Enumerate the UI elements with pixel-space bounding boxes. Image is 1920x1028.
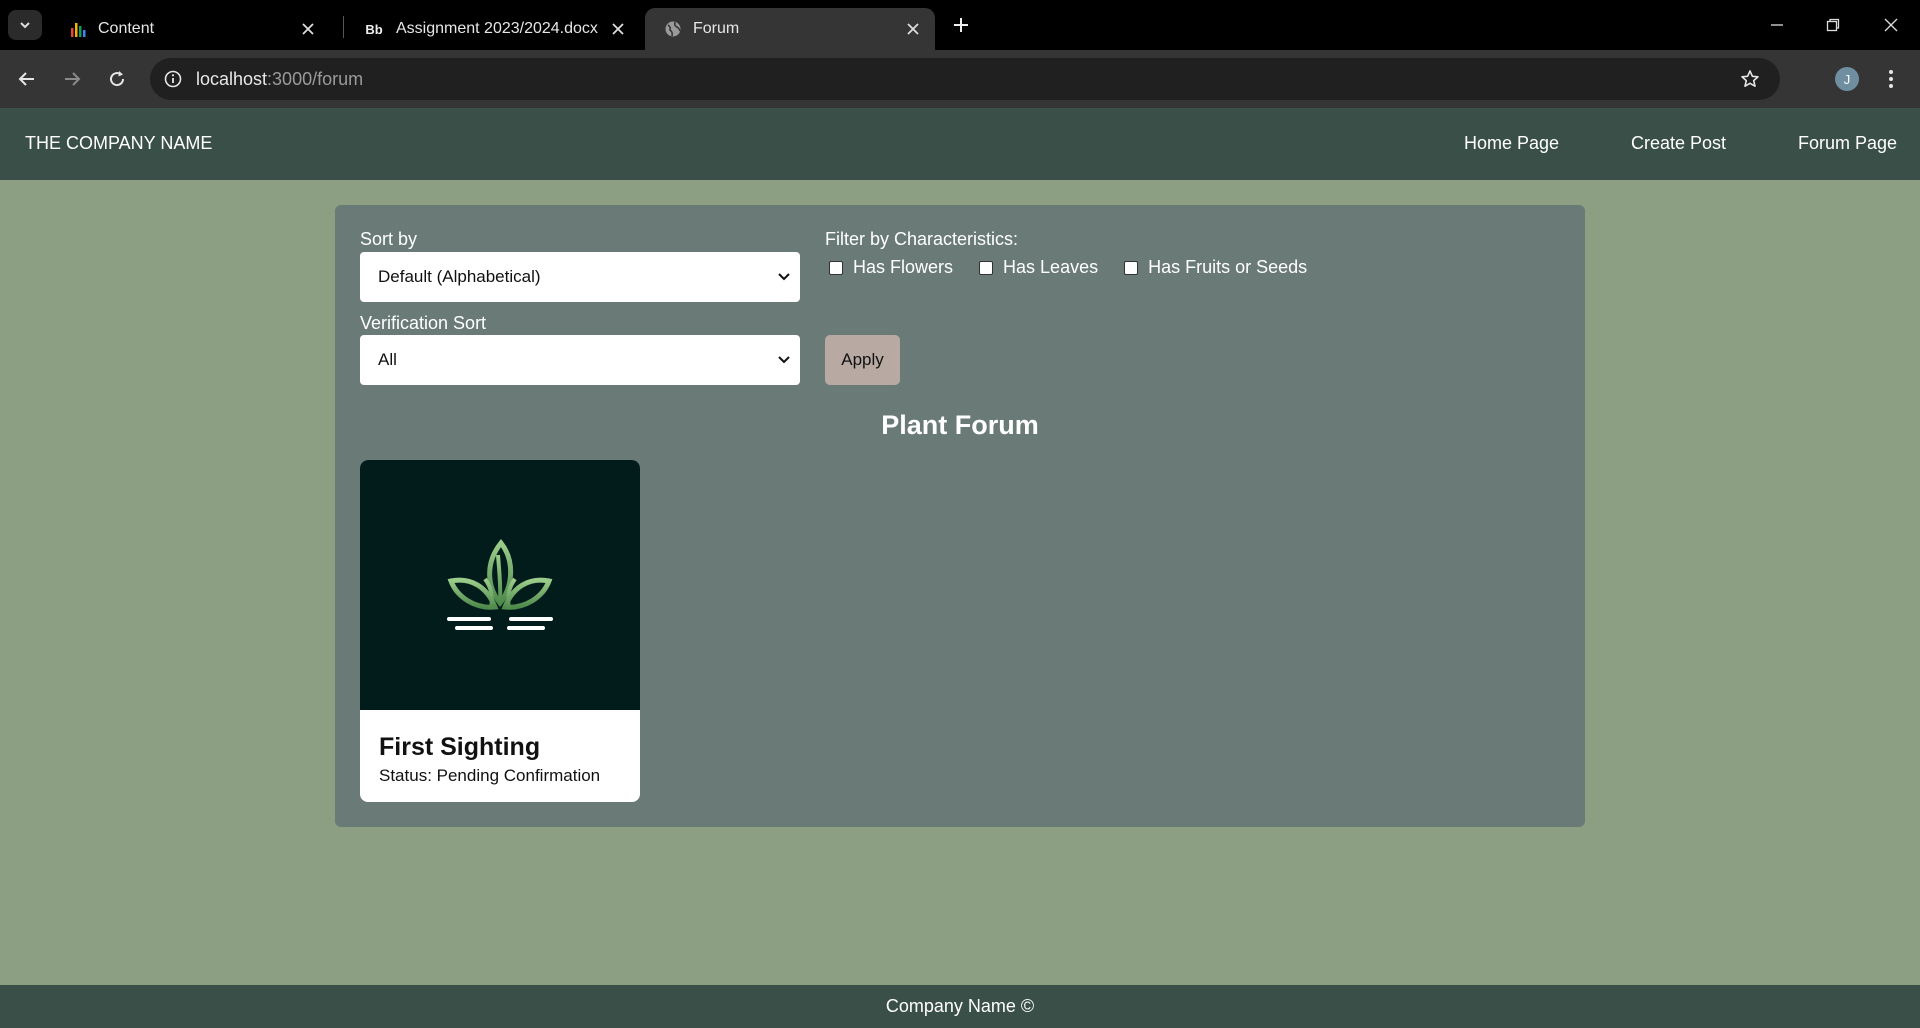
plus-icon xyxy=(954,18,968,32)
close-icon[interactable] xyxy=(901,17,925,41)
post-image xyxy=(360,460,640,710)
browser-tab-bar: Content Bb Assignment 2023/2024.docx For… xyxy=(0,0,1920,50)
blackboard-icon: Bb xyxy=(365,21,383,37)
bar-chart-icon xyxy=(68,19,88,39)
minimize-icon xyxy=(1771,24,1783,26)
tab-title: Content xyxy=(98,20,155,37)
tab-title: Assignment 2023/2024.docx xyxy=(396,20,598,37)
sort-select-value: Default (Alphabetical) xyxy=(378,267,541,286)
address-bar[interactable]: localhost:3000/forum xyxy=(150,58,1780,100)
close-icon[interactable] xyxy=(296,17,320,41)
characteristics-label: Filter by Characteristics: xyxy=(825,229,1019,249)
minimize-button[interactable] xyxy=(1762,10,1792,40)
close-window-button[interactable] xyxy=(1876,10,1906,40)
checkbox-label: Has Flowers xyxy=(853,257,954,277)
apply-button[interactable]: Apply xyxy=(825,335,900,385)
filter-has-flowers[interactable]: Has Flowers xyxy=(825,257,953,278)
verification-select[interactable]: All xyxy=(360,335,800,385)
checkbox-label: Has Leaves xyxy=(1003,257,1099,277)
checkbox[interactable] xyxy=(979,260,994,275)
site-navbar: THE COMPANY NAME Home Page Create Post F… xyxy=(0,108,1920,180)
bookmark-star-icon[interactable] xyxy=(1738,67,1762,91)
sort-label: Sort by xyxy=(360,229,418,249)
tab-forum[interactable]: Forum xyxy=(645,8,935,50)
characteristics-checkboxes: Has Flowers Has Leaves Has Fruits or See… xyxy=(825,257,1329,278)
post-status: Status: Pending Confirmation xyxy=(379,766,601,785)
url-path: :3000/forum xyxy=(267,69,364,89)
checkbox-label: Has Fruits or Seeds xyxy=(1148,257,1308,277)
filter-has-fruits-or-seeds[interactable]: Has Fruits or Seeds xyxy=(1120,257,1307,278)
restore-button[interactable] xyxy=(1818,10,1848,40)
chevron-down-icon xyxy=(778,356,790,364)
sort-select[interactable]: Default (Alphabetical) xyxy=(360,252,800,302)
verification-label: Verification Sort xyxy=(360,313,487,333)
site-footer: Company Name © xyxy=(0,985,1920,1028)
tab-title: Forum xyxy=(693,20,740,37)
checkbox[interactable] xyxy=(829,260,843,275)
new-tab-button[interactable] xyxy=(948,12,974,38)
restore-icon xyxy=(1826,18,1840,32)
footer-text: Company Name © xyxy=(885,996,1035,1016)
forum-panel: Sort by Default (Alphabetical) Filter by… xyxy=(335,205,1585,827)
reload-icon xyxy=(110,71,125,87)
browser-toolbar: localhost:3000/forum J xyxy=(0,50,1920,108)
arrow-right-icon xyxy=(65,72,81,86)
nav-link-forum[interactable]: Forum Page xyxy=(1798,133,1897,154)
brand-name[interactable]: THE COMPANY NAME xyxy=(25,133,212,154)
close-icon xyxy=(1884,18,1898,32)
profile-avatar[interactable]: J xyxy=(1835,67,1859,91)
site-info-icon[interactable] xyxy=(160,66,186,92)
page-title: Plant Forum xyxy=(881,410,1039,440)
verification-select-value: All xyxy=(378,350,397,369)
browser-menu-button[interactable] xyxy=(1878,66,1904,92)
forward-button[interactable] xyxy=(55,62,89,96)
nav-link-create-post[interactable]: Create Post xyxy=(1631,133,1726,154)
globe-icon xyxy=(663,19,683,39)
reload-button[interactable] xyxy=(100,62,134,96)
tab-content[interactable]: Content xyxy=(50,8,330,50)
close-icon[interactable] xyxy=(606,17,630,41)
checkbox[interactable] xyxy=(1124,260,1139,275)
tab-search-button[interactable] xyxy=(8,10,42,40)
post-title: First Sighting xyxy=(379,733,541,761)
filter-has-leaves[interactable]: Has Leaves xyxy=(975,257,1098,278)
tab-assignment[interactable]: Bb Assignment 2023/2024.docx xyxy=(344,8,640,50)
post-card[interactable]: First Sighting Status: Pending Confirmat… xyxy=(360,460,640,802)
more-vert-icon xyxy=(1889,70,1893,88)
plant-sprout-logo xyxy=(447,538,553,630)
chevron-down-icon xyxy=(778,273,790,281)
chevron-down-icon xyxy=(20,22,30,29)
arrow-left-icon xyxy=(18,72,34,86)
url-text[interactable]: localhost:3000/forum xyxy=(196,69,363,90)
back-button[interactable] xyxy=(10,62,44,96)
url-host: localhost xyxy=(196,69,268,89)
nav-link-home[interactable]: Home Page xyxy=(1464,133,1559,154)
